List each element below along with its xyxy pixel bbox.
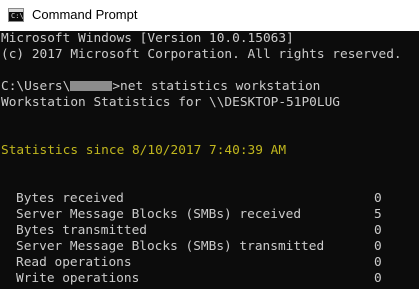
stat-label: Write operations <box>16 271 140 286</box>
stat-label: Server Message Blocks (SMBs) received <box>16 207 302 222</box>
cmd-icon[interactable]: C:\ <box>8 8 24 22</box>
stat-label: Server Message Blocks (SMBs) transmitted <box>16 239 325 254</box>
statistics-heading: Workstation Statistics for \\DESKTOP-51P… <box>1 95 340 110</box>
console-output[interactable]: Microsoft Windows [Version 10.0.15063] (… <box>0 31 419 289</box>
stat-value: 0 <box>374 271 382 286</box>
stat-label: Bytes transmitted <box>16 223 147 238</box>
banner-version: Microsoft Windows [Version 10.0.15063] <box>1 31 294 46</box>
redacted-username <box>70 80 113 91</box>
command-text: >net statistics workstation <box>112 79 321 94</box>
stat-value: 0 <box>374 255 382 270</box>
prompt-prefix: C:\Users\ <box>1 79 71 94</box>
stat-value: 0 <box>374 239 382 254</box>
stat-value: 0 <box>374 223 382 238</box>
stat-label: Bytes received <box>16 191 124 206</box>
window-title: Command Prompt <box>32 7 138 22</box>
command-line: C:\Users\ >net statistics workstation <box>1 79 320 95</box>
statistics-since: Statistics since 8/10/2017 7:40:39 AM <box>1 143 287 158</box>
banner-copyright: (c) 2017 Microsoft Corporation. All righ… <box>1 47 402 62</box>
stat-value: 0 <box>374 191 382 206</box>
title-bar[interactable]: C:\ Command Prompt <box>0 0 419 31</box>
stat-label: Read operations <box>16 255 132 270</box>
cmd-icon-prompt: C:\ <box>11 12 24 20</box>
stat-value: 5 <box>374 207 382 222</box>
